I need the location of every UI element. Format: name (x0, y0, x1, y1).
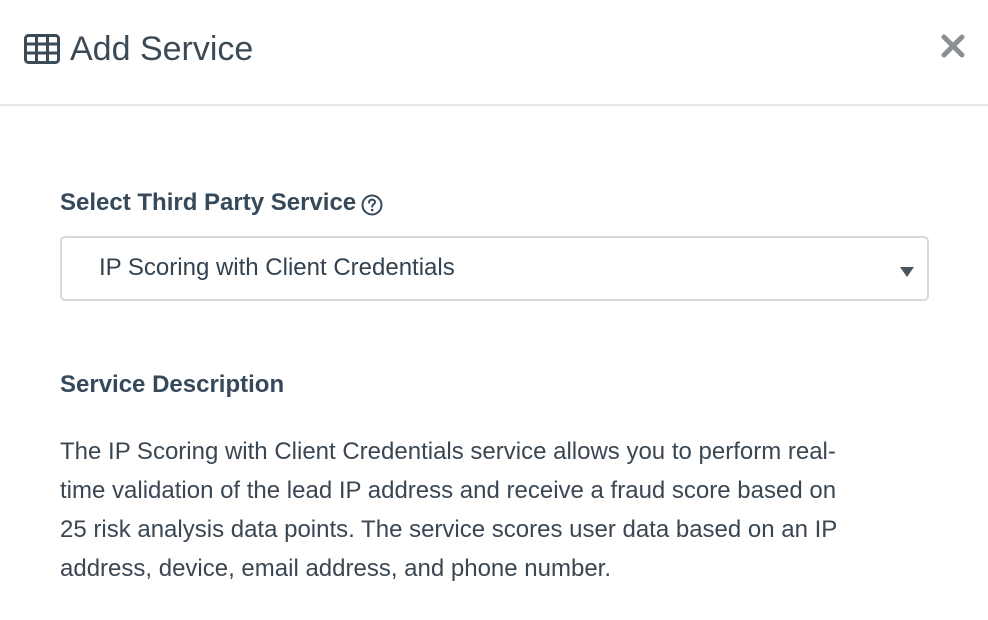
description-line: 25 risk analysis data points. The servic… (60, 516, 838, 543)
description-line: time validation of the lead IP address a… (60, 477, 837, 504)
service-description-text: The IP Scoring with Client Credentials s… (60, 432, 920, 588)
service-select-label-text: Select Third Party Service (60, 189, 357, 216)
close-icon[interactable] (938, 31, 968, 61)
third-party-service-select[interactable]: IP Scoring with Client Credentials (60, 236, 929, 301)
question-circle-icon[interactable] (361, 194, 383, 216)
service-select-label: Select Third Party Service (60, 188, 383, 218)
selected-service-value: IP Scoring with Client Credentials (99, 254, 455, 281)
description-line: The IP Scoring with Client Credentials s… (60, 438, 836, 465)
service-description-heading: Service Description (60, 371, 285, 398)
caret-down-icon (900, 267, 914, 277)
add-service-modal: Add Service Select Third Party Service I… (0, 0, 988, 620)
table-grid-icon (24, 34, 60, 64)
modal-title: Add Service (70, 30, 254, 68)
modal-header: Add Service (0, 0, 988, 106)
close-button[interactable] (938, 31, 968, 61)
description-line: address, device, email address, and phon… (60, 555, 612, 582)
